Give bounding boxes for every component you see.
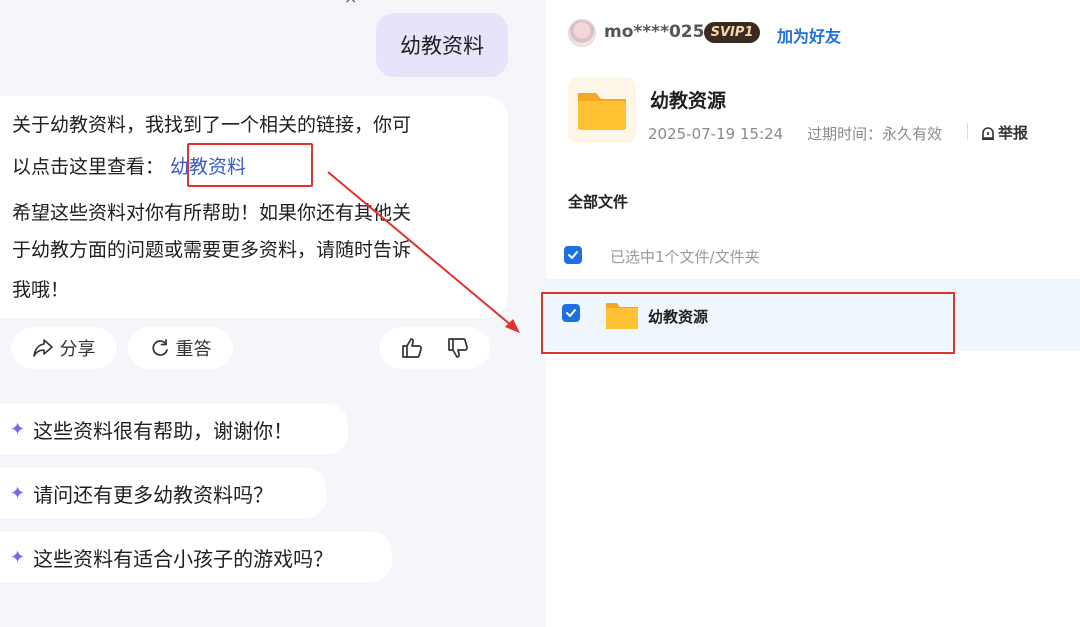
suggestion-text: 这些资料有适合小孩子的游戏吗？	[33, 546, 334, 571]
share-label: 分享	[59, 339, 96, 360]
expire-text: 过期时间：永久有效	[807, 125, 943, 143]
file-highlight-box	[541, 292, 955, 354]
link-highlight-box	[187, 143, 313, 187]
folder-icon	[578, 93, 626, 130]
check-icon	[568, 251, 578, 259]
folder-title: 幼教资源	[650, 90, 727, 112]
select-all-checkbox[interactable]	[564, 246, 582, 264]
share-meta: 2025-07-19 15:24 过期时间：永久有效	[648, 123, 942, 144]
answer-line-5: 我哦！	[12, 279, 70, 301]
selection-status: 已选中1个文件/文件夹	[610, 248, 760, 266]
all-files-label: 全部文件	[568, 193, 629, 211]
thumbs-down-icon[interactable]	[446, 336, 470, 360]
share-icon	[32, 338, 54, 358]
refresh-icon	[150, 338, 170, 358]
suggestion-text: 请问还有更多幼教资料吗？	[33, 482, 274, 507]
assistant-answer: 关于幼教资料，我找到了一个相关的链接，你可 以点击这里查看： 幼教资料 希望这些资…	[0, 96, 508, 318]
suggestion-item[interactable]: ✦ 这些资料有适合小孩子的游戏吗？	[0, 532, 392, 582]
sparkle-icon: ✦	[10, 482, 26, 504]
chat-panel: × 幼教资料 关于幼教资料，我找到了一个相关的链接，你可 以点击这里查看：幼教资…	[0, 0, 546, 627]
close-glyph: ×	[344, 0, 357, 7]
report-label: 举报	[998, 124, 1029, 142]
share-date: 2025-07-19 15:24	[648, 125, 784, 143]
share-button[interactable]: 分享	[11, 327, 116, 369]
regenerate-label: 重答	[175, 339, 212, 360]
report-button[interactable]: 举报	[980, 122, 1028, 143]
vip-badge: SVIP1	[704, 22, 760, 43]
answer-line-1: 关于幼教资料，我找到了一个相关的链接，你可	[12, 114, 412, 136]
username[interactable]: mo****025	[604, 22, 704, 42]
folder-thumbnail	[568, 77, 636, 143]
alarm-icon	[982, 126, 994, 140]
add-friend-link[interactable]: 加为好友	[777, 23, 841, 47]
regenerate-button[interactable]: 重答	[128, 327, 233, 369]
feedback-group	[380, 327, 490, 369]
avatar[interactable]	[568, 19, 596, 47]
suggestion-item[interactable]: ✦ 这些资料很有帮助，谢谢你！	[0, 404, 348, 454]
thumbs-up-icon[interactable]	[400, 336, 424, 360]
suggestion-text: 这些资料很有帮助，谢谢你！	[33, 418, 294, 443]
answer-line-4: 于幼教方面的问题或需要更多资料，请随时告诉	[12, 239, 412, 261]
meta-divider	[967, 123, 968, 140]
user-message-bubble: 幼教资料	[376, 13, 508, 77]
sparkle-icon: ✦	[10, 546, 26, 568]
sparkle-icon: ✦	[10, 418, 26, 440]
answer-line-2-prefix: 以点击这里查看：	[12, 156, 165, 178]
user-message-text: 幼教资料	[400, 34, 484, 58]
answer-line-3: 希望这些资料对你有所帮助！如果你还有其他关	[12, 202, 412, 224]
suggestion-item[interactable]: ✦ 请问还有更多幼教资料吗？	[0, 468, 326, 518]
